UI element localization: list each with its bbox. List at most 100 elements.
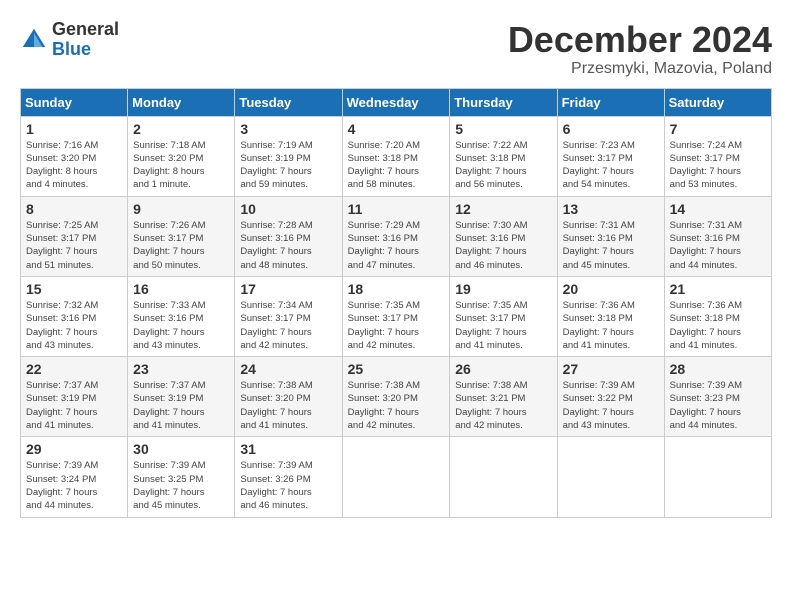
day-info: Sunrise: 7:31 AM Sunset: 3:16 PM Dayligh… [670,219,766,272]
day-number: 20 [563,281,659,297]
calendar-cell: 1Sunrise: 7:16 AM Sunset: 3:20 PM Daylig… [21,116,128,196]
calendar-cell: 28 Sunrise: 7:39 AM Sunset: 3:23 PM Dayli… [664,357,771,437]
calendar-cell: 14 Sunrise: 7:31 AM Sunset: 3:16 PM Dayli… [664,196,771,276]
col-monday: Monday [128,88,235,116]
day-number: 5 [455,121,551,137]
day-number: 9 [133,201,229,217]
col-sunday: Sunday [21,88,128,116]
calendar-cell: 16Sunrise: 7:33 AM Sunset: 3:16 PM Dayli… [128,276,235,356]
day-info: Sunrise: 7:30 AM Sunset: 3:16 PM Dayligh… [455,219,551,272]
day-number: 22 [26,361,122,377]
day-info: Sunrise: 7:19 AM Sunset: 3:19 PM Dayligh… [240,139,336,192]
logo: General Blue [20,20,119,60]
col-friday: Friday [557,88,664,116]
day-info: Sunrise: 7:37 AM Sunset: 3:19 PM Dayligh… [133,379,229,432]
calendar-cell: 18 Sunrise: 7:35 AM Sunset: 3:17 PM Dayli… [342,276,450,356]
day-number: 23 [133,361,229,377]
day-number: 1 [26,121,122,137]
day-number: 12 [455,201,551,217]
day-number: 25 [348,361,445,377]
day-number: 18 [348,281,445,297]
col-tuesday: Tuesday [235,88,342,116]
calendar-cell: 19 Sunrise: 7:35 AM Sunset: 3:17 PM Dayli… [450,276,557,356]
day-info: Sunrise: 7:39 AM Sunset: 3:23 PM Dayligh… [670,379,766,432]
calendar-cell: 15 Sunrise: 7:32 AM Sunset: 3:16 PM Dayli… [21,276,128,356]
logo-general: General [52,20,119,40]
calendar-cell: 2 Sunrise: 7:18 AM Sunset: 3:20 PM Daylig… [128,116,235,196]
day-info: Sunrise: 7:35 AM Sunset: 3:17 PM Dayligh… [348,299,445,352]
day-info: Sunrise: 7:22 AM Sunset: 3:18 PM Dayligh… [455,139,551,192]
day-number: 29 [26,441,122,457]
day-number: 26 [455,361,551,377]
day-info: Sunrise: 7:35 AM Sunset: 3:17 PM Dayligh… [455,299,551,352]
day-number: 11 [348,201,445,217]
calendar-row: 15 Sunrise: 7:32 AM Sunset: 3:16 PM Dayli… [21,276,772,356]
day-number: 19 [455,281,551,297]
day-info: Sunrise: 7:20 AM Sunset: 3:18 PM Dayligh… [348,139,445,192]
calendar-cell: 21Sunrise: 7:36 AM Sunset: 3:18 PM Dayli… [664,276,771,356]
day-info: Sunrise: 7:36 AM Sunset: 3:18 PM Dayligh… [563,299,659,352]
calendar-cell: 27 Sunrise: 7:39 AM Sunset: 3:22 PM Dayli… [557,357,664,437]
day-number: 27 [563,361,659,377]
day-number: 2 [133,121,229,137]
calendar-header-row: Sunday Monday Tuesday Wednesday Thursday… [21,88,772,116]
day-info: Sunrise: 7:32 AM Sunset: 3:16 PM Dayligh… [26,299,122,352]
calendar-cell: 12 Sunrise: 7:30 AM Sunset: 3:16 PM Dayli… [450,196,557,276]
day-info: Sunrise: 7:39 AM Sunset: 3:26 PM Dayligh… [240,459,336,512]
day-info: Sunrise: 7:24 AM Sunset: 3:17 PM Dayligh… [670,139,766,192]
calendar-cell [664,437,771,517]
day-number: 4 [348,121,445,137]
day-info: Sunrise: 7:28 AM Sunset: 3:16 PM Dayligh… [240,219,336,272]
day-number: 24 [240,361,336,377]
calendar-cell: 30Sunrise: 7:39 AM Sunset: 3:25 PM Dayli… [128,437,235,517]
col-thursday: Thursday [450,88,557,116]
calendar-cell: 23 Sunrise: 7:37 AM Sunset: 3:19 PM Dayli… [128,357,235,437]
day-info: Sunrise: 7:34 AM Sunset: 3:17 PM Dayligh… [240,299,336,352]
calendar-row: 22 Sunrise: 7:37 AM Sunset: 3:19 PM Dayli… [21,357,772,437]
logo-icon [20,26,48,54]
day-number: 7 [670,121,766,137]
day-number: 21 [670,281,766,297]
calendar-cell [557,437,664,517]
day-number: 13 [563,201,659,217]
day-number: 31 [240,441,336,457]
day-info: Sunrise: 7:37 AM Sunset: 3:19 PM Dayligh… [26,379,122,432]
day-info: Sunrise: 7:29 AM Sunset: 3:16 PM Dayligh… [348,219,445,272]
calendar-cell: 22 Sunrise: 7:37 AM Sunset: 3:19 PM Dayli… [21,357,128,437]
calendar-row: 1Sunrise: 7:16 AM Sunset: 3:20 PM Daylig… [21,116,772,196]
day-info: Sunrise: 7:39 AM Sunset: 3:25 PM Dayligh… [133,459,229,512]
calendar-cell: 3Sunrise: 7:19 AM Sunset: 3:19 PM Daylig… [235,116,342,196]
calendar-cell: 11 Sunrise: 7:29 AM Sunset: 3:16 PM Dayli… [342,196,450,276]
title-section: December 2024 Przesmyki, Mazovia, Poland [508,20,772,78]
col-wednesday: Wednesday [342,88,450,116]
page-header: General Blue December 2024 Przesmyki, Ma… [20,20,772,78]
day-info: Sunrise: 7:39 AM Sunset: 3:24 PM Dayligh… [26,459,122,512]
day-info: Sunrise: 7:38 AM Sunset: 3:21 PM Dayligh… [455,379,551,432]
location: Przesmyki, Mazovia, Poland [508,60,772,78]
calendar-cell: 17Sunrise: 7:34 AM Sunset: 3:17 PM Dayli… [235,276,342,356]
calendar-cell: 4 Sunrise: 7:20 AM Sunset: 3:18 PM Daylig… [342,116,450,196]
day-info: Sunrise: 7:39 AM Sunset: 3:22 PM Dayligh… [563,379,659,432]
calendar-row: 29 Sunrise: 7:39 AM Sunset: 3:24 PM Dayli… [21,437,772,517]
logo-text: General Blue [52,20,119,60]
day-number: 15 [26,281,122,297]
calendar-cell: 29 Sunrise: 7:39 AM Sunset: 3:24 PM Dayli… [21,437,128,517]
calendar-cell: 24 Sunrise: 7:38 AM Sunset: 3:20 PM Dayli… [235,357,342,437]
calendar-cell: 9Sunrise: 7:26 AM Sunset: 3:17 PM Daylig… [128,196,235,276]
calendar-cell: 6Sunrise: 7:23 AM Sunset: 3:17 PM Daylig… [557,116,664,196]
day-number: 14 [670,201,766,217]
day-number: 28 [670,361,766,377]
day-info: Sunrise: 7:18 AM Sunset: 3:20 PM Dayligh… [133,139,229,192]
calendar-cell: 13Sunrise: 7:31 AM Sunset: 3:16 PM Dayli… [557,196,664,276]
calendar-cell: 5 Sunrise: 7:22 AM Sunset: 3:18 PM Daylig… [450,116,557,196]
day-info: Sunrise: 7:38 AM Sunset: 3:20 PM Dayligh… [348,379,445,432]
calendar-cell: 31 Sunrise: 7:39 AM Sunset: 3:26 PM Dayli… [235,437,342,517]
calendar-cell [450,437,557,517]
calendar: Sunday Monday Tuesday Wednesday Thursday… [20,88,772,518]
day-number: 6 [563,121,659,137]
col-saturday: Saturday [664,88,771,116]
month-title: December 2024 [508,20,772,60]
calendar-cell: 7 Sunrise: 7:24 AM Sunset: 3:17 PM Daylig… [664,116,771,196]
day-info: Sunrise: 7:38 AM Sunset: 3:20 PM Dayligh… [240,379,336,432]
calendar-cell: 8Sunrise: 7:25 AM Sunset: 3:17 PM Daylig… [21,196,128,276]
